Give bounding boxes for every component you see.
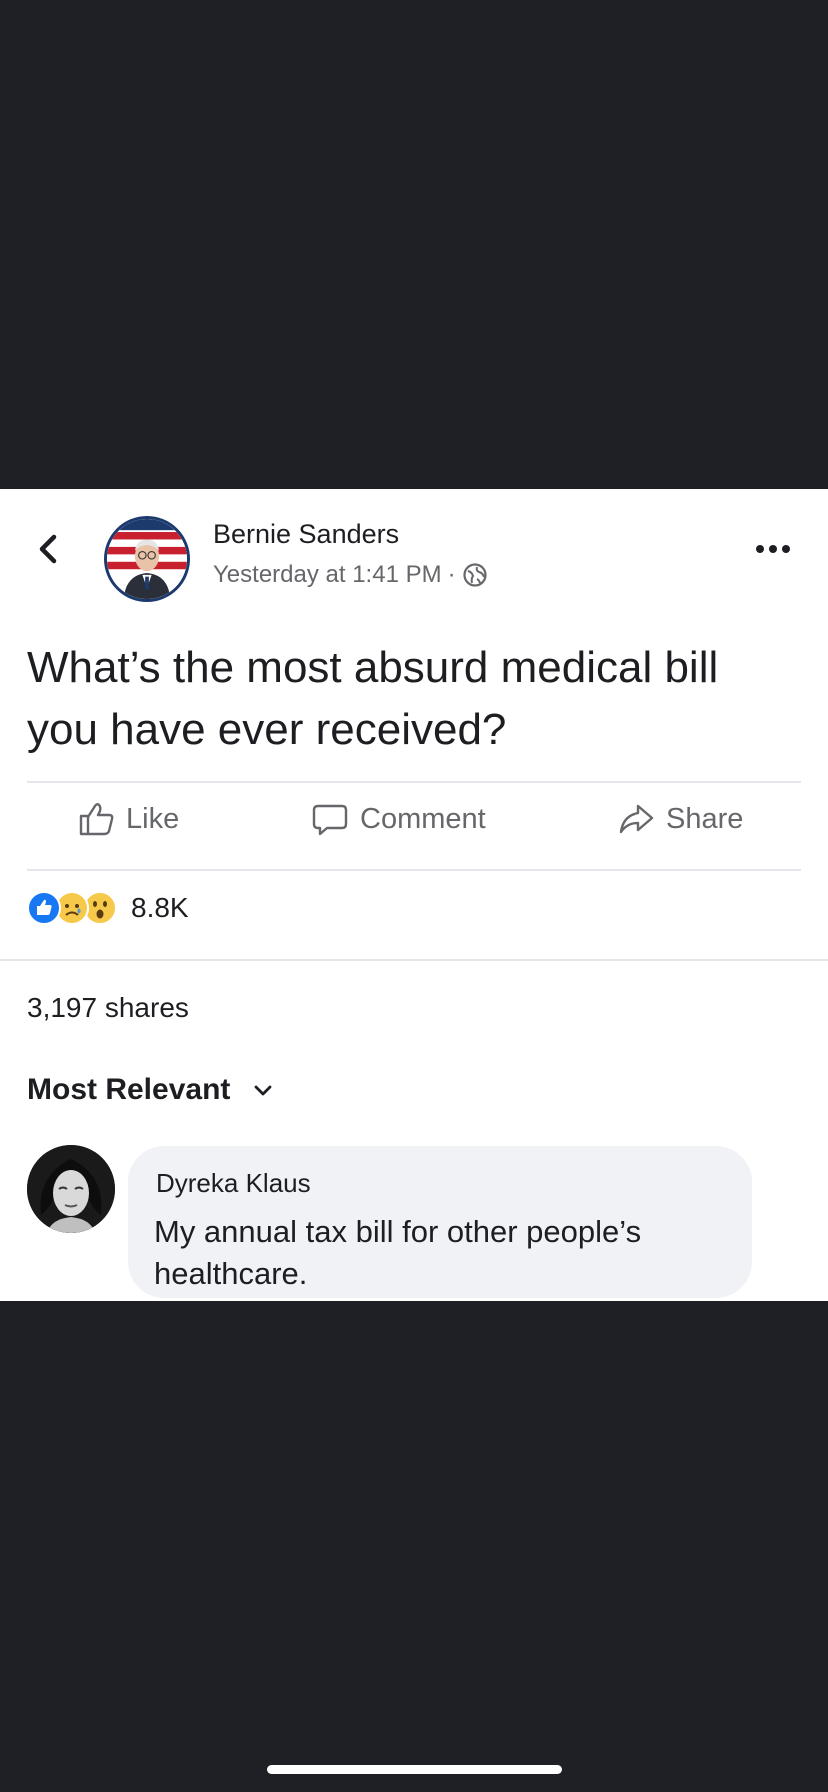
comment-icon bbox=[312, 804, 348, 836]
back-button[interactable] bbox=[30, 531, 66, 567]
author-name[interactable]: Bernie Sanders bbox=[213, 519, 399, 550]
share-label: Share bbox=[666, 802, 744, 835]
post-timestamp[interactable]: Yesterday at 1:41 PM bbox=[213, 561, 442, 589]
avatar-image bbox=[107, 519, 187, 599]
share-count[interactable]: 3,197 shares bbox=[27, 992, 189, 1024]
divider bbox=[27, 869, 801, 871]
comment-bubble[interactable]: Dyreka Klaus My annual tax bill for othe… bbox=[128, 1146, 752, 1298]
action-bar: Like Comment Share bbox=[0, 781, 828, 861]
sort-label: Most Relevant bbox=[27, 1073, 231, 1106]
thumbs-up-icon bbox=[79, 803, 114, 836]
home-indicator[interactable] bbox=[267, 1765, 562, 1774]
reactions-summary[interactable]: 8.8K bbox=[27, 891, 189, 925]
post-card: Bernie Sanders Yesterday at 1:41 PM · Wh… bbox=[0, 489, 828, 1301]
share-button[interactable]: Share bbox=[616, 799, 743, 839]
share-icon bbox=[619, 804, 654, 834]
screen: Bernie Sanders Yesterday at 1:41 PM · Wh… bbox=[0, 0, 828, 1792]
chevron-down-icon bbox=[254, 1085, 272, 1096]
comment-text: My annual tax bill for other people’s he… bbox=[154, 1214, 642, 1291]
more-options-button[interactable] bbox=[753, 539, 793, 559]
post-text: What’s the most absurd medical bill you … bbox=[27, 643, 719, 754]
like-icon bbox=[27, 891, 61, 925]
more-icon bbox=[756, 545, 790, 553]
commenter-name[interactable]: Dyreka Klaus bbox=[156, 1168, 726, 1199]
commenter-avatar[interactable] bbox=[27, 1145, 115, 1233]
like-label: Like bbox=[126, 802, 180, 835]
post-meta: Yesterday at 1:41 PM · bbox=[213, 561, 488, 589]
comment-sort-dropdown[interactable]: Most Relevant bbox=[27, 1073, 274, 1107]
globe-icon bbox=[462, 563, 487, 587]
comment-label: Comment bbox=[360, 802, 486, 835]
like-button[interactable]: Like bbox=[76, 799, 179, 839]
chevron-left-icon bbox=[39, 534, 57, 564]
comment-button[interactable]: Comment bbox=[310, 799, 486, 839]
author-avatar[interactable] bbox=[104, 516, 190, 602]
divider bbox=[0, 959, 828, 961]
meta-separator: · bbox=[447, 561, 456, 588]
reaction-count: 8.8K bbox=[131, 892, 189, 923]
commenter-avatar-image bbox=[27, 1145, 115, 1233]
